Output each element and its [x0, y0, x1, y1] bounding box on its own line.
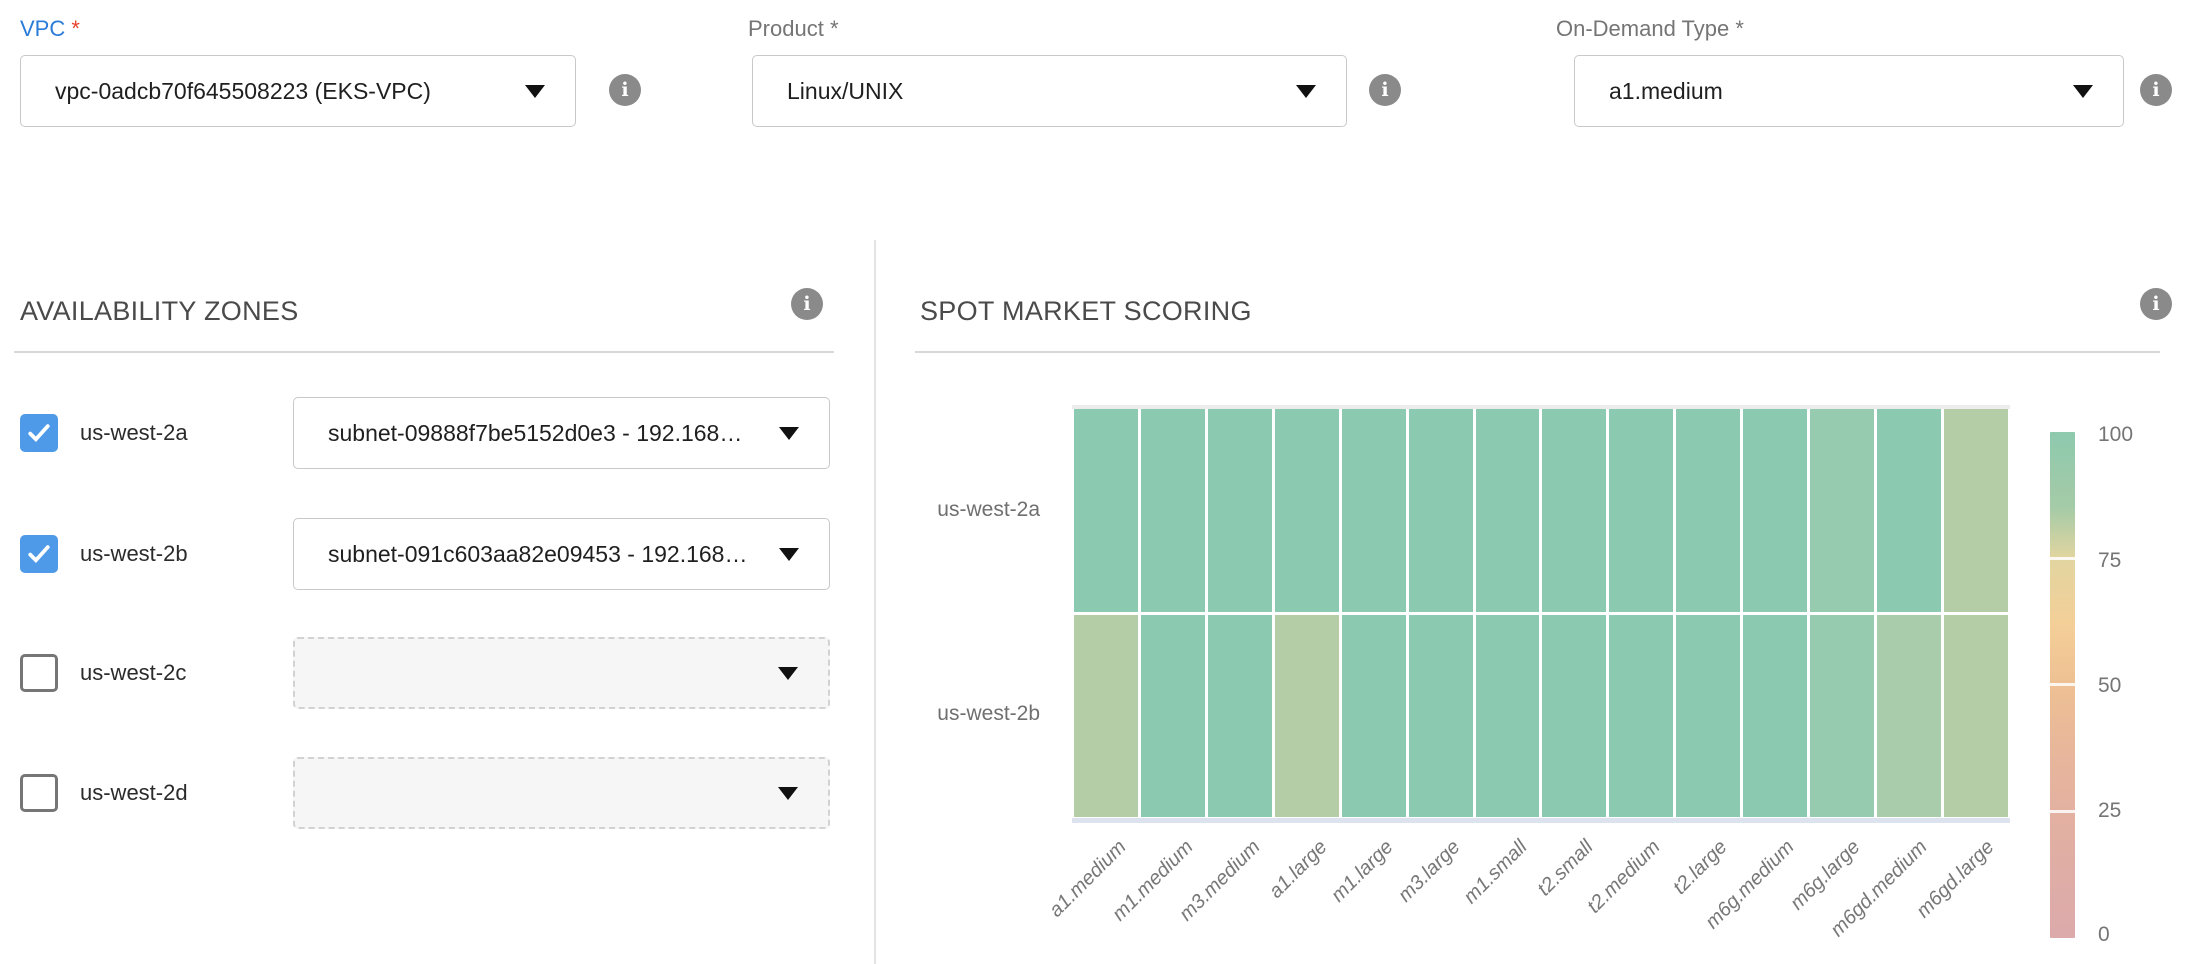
heatmap-cell-us-west-2b-t2.medium	[1609, 615, 1673, 818]
availability-zones-divider	[14, 351, 834, 353]
heatmap-row-label-us-west-2b: us-west-2b	[880, 702, 1040, 726]
heatmap-cell-us-west-2b-m3.medium	[1208, 615, 1272, 818]
az-subnet-select-us-west-2a[interactable]: subnet-09888f7be5152d0e3 - 192.168…	[293, 397, 830, 469]
spot-market-scoring-divider	[915, 351, 2160, 353]
vpc-label-text: VPC	[20, 16, 65, 41]
heatmap-cell-us-west-2a-m1.medium	[1141, 409, 1205, 612]
spot-market-scoring-title: SPOT MARKET SCORING	[920, 296, 1252, 327]
on-demand-type-select-value: a1.medium	[1609, 78, 2061, 105]
chevron-down-icon	[1296, 85, 1316, 98]
legend-tick-75: 75	[2098, 549, 2121, 573]
product-label: Product *	[748, 16, 839, 42]
heatmap-cell-us-west-2a-t2.medium	[1609, 409, 1673, 612]
spot-scoring-heatmap	[1074, 409, 2008, 817]
heatmap-cell-us-west-2a-t2.large	[1676, 409, 1740, 612]
vpc-select-value: vpc-0adcb70f645508223 (EKS-VPC)	[55, 78, 513, 105]
heatmap-cell-us-west-2b-m3.large	[1409, 615, 1473, 818]
heatmap-cell-us-west-2b-m6gd.large	[1944, 615, 2008, 818]
on-demand-type-label: On-Demand Type *	[1556, 16, 1744, 42]
heatmap-cell-us-west-2a-m3.medium	[1208, 409, 1272, 612]
heatmap-cell-us-west-2b-m1.small	[1476, 615, 1540, 818]
az-checkbox-us-west-2c[interactable]	[20, 654, 58, 692]
heatmap-cell-us-west-2a-a1.large	[1275, 409, 1339, 612]
check-icon	[24, 418, 54, 448]
heatmap-cell-us-west-2b-m1.medium	[1141, 615, 1205, 818]
product-required-mark: *	[830, 16, 839, 41]
on-demand-type-label-text: On-Demand Type	[1556, 16, 1729, 41]
vpc-label: VPC *	[20, 16, 80, 42]
spot-configuration-screen: VPC * vpc-0adcb70f645508223 (EKS-VPC) i …	[0, 0, 2196, 964]
chevron-down-icon	[779, 548, 799, 561]
availability-zones-title: AVAILABILITY ZONES	[20, 296, 299, 327]
legend-tick-100: 100	[2098, 423, 2133, 447]
az-checkbox-us-west-2a[interactable]	[20, 414, 58, 452]
legend-tick-0: 0	[2098, 923, 2110, 947]
heatmap-cell-us-west-2a-m3.large	[1409, 409, 1473, 612]
on-demand-type-required-mark: *	[1735, 16, 1744, 41]
heatmap-cell-us-west-2b-a1.medium	[1074, 615, 1138, 818]
product-select-value: Linux/UNIX	[787, 78, 1284, 105]
check-icon	[24, 539, 54, 569]
product-label-text: Product	[748, 16, 824, 41]
legend-tick-line	[2050, 810, 2075, 813]
vpc-select[interactable]: vpc-0adcb70f645508223 (EKS-VPC)	[20, 55, 576, 127]
legend-tick-50: 50	[2098, 674, 2121, 698]
heatmap-cell-us-west-2a-m1.small	[1476, 409, 1540, 612]
vpc-info-icon[interactable]: i	[609, 74, 641, 106]
az-checkbox-us-west-2b[interactable]	[20, 535, 58, 573]
heatmap-cell-us-west-2b-m6g.large	[1810, 615, 1874, 818]
heatmap-cell-us-west-2a-m6g.medium	[1743, 409, 1807, 612]
heatmap-cell-us-west-2b-m1.large	[1342, 615, 1406, 818]
legend-tick-25: 25	[2098, 799, 2121, 823]
heatmap-cell-us-west-2b-t2.small	[1542, 615, 1606, 818]
heatmap-cell-us-west-2b-a1.large	[1275, 615, 1339, 818]
az-subnet-value: subnet-09888f7be5152d0e3 - 192.168…	[328, 420, 767, 447]
chevron-down-icon	[778, 667, 798, 680]
heatmap-row-label-us-west-2a: us-west-2a	[880, 498, 1040, 522]
az-zone-label-us-west-2a: us-west-2a	[80, 420, 188, 446]
chevron-down-icon	[525, 85, 545, 98]
az-zone-label-us-west-2b: us-west-2b	[80, 541, 188, 567]
heatmap-cell-us-west-2b-m6g.medium	[1743, 615, 1807, 818]
az-subnet-select-us-west-2c[interactable]	[293, 637, 830, 709]
legend-tick-line	[2050, 557, 2075, 560]
heatmap-cell-us-west-2b-m6gd.medium	[1877, 615, 1941, 818]
legend-tick-line	[2050, 683, 2075, 686]
az-subnet-select-us-west-2d[interactable]	[293, 757, 830, 829]
az-zone-label-us-west-2c: us-west-2c	[80, 660, 186, 686]
az-subnet-value: subnet-091c603aa82e09453 - 192.168…	[328, 541, 767, 568]
vpc-required-mark: *	[71, 16, 80, 41]
chevron-down-icon	[2073, 85, 2093, 98]
availability-zones-info-icon[interactable]: i	[791, 288, 823, 320]
spot-market-scoring-info-icon[interactable]: i	[2140, 288, 2172, 320]
heatmap-cell-us-west-2a-t2.small	[1542, 409, 1606, 612]
heatmap-cell-us-west-2a-m6gd.large	[1944, 409, 2008, 612]
az-checkbox-us-west-2d[interactable]	[20, 774, 58, 812]
heatmap-cell-us-west-2a-m1.large	[1342, 409, 1406, 612]
product-info-icon[interactable]: i	[1369, 74, 1401, 106]
heatmap-cell-us-west-2b-t2.large	[1676, 615, 1740, 818]
az-subnet-select-us-west-2b[interactable]: subnet-091c603aa82e09453 - 192.168…	[293, 518, 830, 590]
chevron-down-icon	[778, 787, 798, 800]
heatmap-cell-us-west-2a-m6g.large	[1810, 409, 1874, 612]
on-demand-type-info-icon[interactable]: i	[2140, 74, 2172, 106]
heatmap-cell-us-west-2a-m6gd.medium	[1877, 409, 1941, 612]
heatmap-cell-us-west-2a-a1.medium	[1074, 409, 1138, 612]
on-demand-type-select[interactable]: a1.medium	[1574, 55, 2124, 127]
heatmap-bottom-edge	[1072, 818, 2010, 823]
chevron-down-icon	[779, 427, 799, 440]
product-select[interactable]: Linux/UNIX	[752, 55, 1347, 127]
panel-divider	[874, 240, 876, 964]
az-zone-label-us-west-2d: us-west-2d	[80, 780, 188, 806]
heatmap-x-label-a1.medium: a1.medium	[960, 836, 1132, 964]
